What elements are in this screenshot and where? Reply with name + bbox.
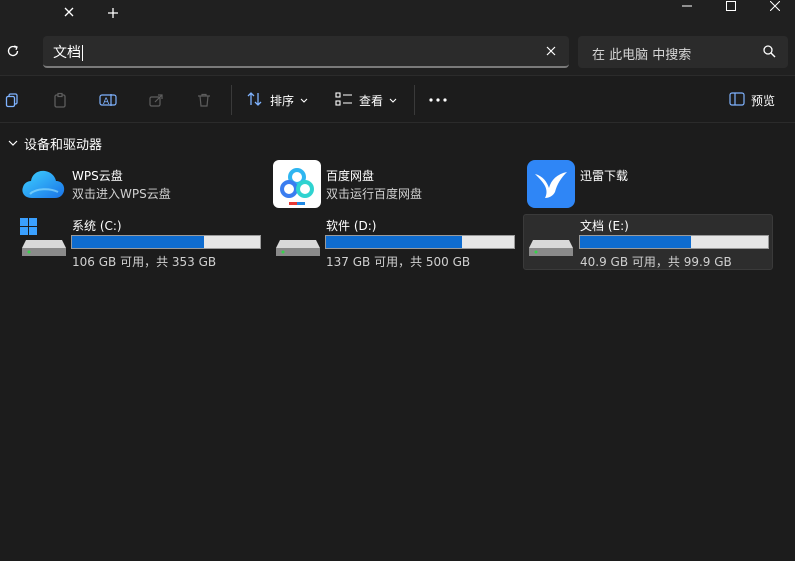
drive-label: 软件 (D:)	[326, 219, 377, 233]
title-bar	[0, 0, 795, 26]
toolbar-divider	[414, 85, 415, 115]
section-title: 设备和驱动器	[24, 137, 103, 153]
drive-usage-fill	[326, 236, 463, 248]
drive-item-d[interactable]: 软件 (D:) 137 GB 可用，共 500 GB	[272, 214, 522, 270]
minimize-icon[interactable]	[664, 0, 710, 12]
drive-usage-fill	[72, 236, 204, 248]
sort-icon	[246, 91, 264, 110]
rename-icon[interactable]: A	[98, 90, 118, 110]
section-header-devices[interactable]: 设备和驱动器	[8, 134, 103, 153]
svg-text:A: A	[103, 97, 110, 107]
drive-icon	[274, 218, 322, 258]
system-drive-icon	[20, 218, 68, 258]
app-subtitle: 双击进入WPS云盘	[72, 187, 171, 201]
chevron-down-icon	[389, 93, 397, 107]
drive-usage-bar	[579, 235, 769, 249]
view-button[interactable]: 查看	[335, 90, 397, 110]
view-icon	[335, 91, 353, 110]
drive-label: 系统 (C:)	[72, 219, 122, 233]
close-window-icon[interactable]	[752, 0, 795, 12]
app-item-xunlei[interactable]: 迅雷下载	[527, 160, 767, 208]
close-tab-icon[interactable]	[58, 2, 80, 22]
app-name: WPS云盘	[72, 169, 123, 183]
search-icon[interactable]	[762, 44, 776, 58]
app-item-baidu[interactable]: 百度网盘 双击运行百度网盘	[273, 160, 513, 208]
drive-item-e[interactable]: 文档 (E:) 40.9 GB 可用，共 99.9 GB	[523, 214, 773, 270]
address-bar[interactable]: 文档	[43, 36, 569, 68]
drive-free-space: 137 GB 可用，共 500 GB	[326, 255, 471, 269]
drive-icon	[527, 218, 575, 258]
drive-usage-bar	[71, 235, 261, 249]
toolbar-divider	[231, 85, 232, 115]
drive-usage-fill	[580, 236, 691, 248]
clear-icon[interactable]	[543, 43, 559, 59]
chevron-down-icon	[300, 93, 308, 107]
preview-button[interactable]: 预览	[729, 90, 775, 110]
search-box[interactable]: 在 此电脑 中搜索	[578, 36, 788, 68]
app-name: 百度网盘	[326, 169, 375, 183]
preview-label: 预览	[751, 93, 776, 108]
search-input[interactable]: 在 此电脑 中搜索	[592, 44, 691, 63]
delete-icon[interactable]	[194, 90, 214, 110]
xunlei-icon	[527, 160, 575, 208]
sort-label: 排序	[270, 93, 295, 108]
drive-free-space: 40.9 GB 可用，共 99.9 GB	[580, 255, 732, 269]
address-row: 文档 在 此电脑 中搜索	[0, 26, 795, 76]
chevron-down-icon[interactable]	[8, 136, 18, 151]
paste-icon[interactable]	[50, 90, 70, 110]
wps-cloud-icon	[20, 164, 66, 204]
app-item-wps[interactable]: WPS云盘 双击进入WPS云盘	[20, 160, 260, 208]
add-tab-icon[interactable]	[102, 2, 124, 24]
share-icon[interactable]	[146, 90, 166, 110]
drive-free-space: 106 GB 可用，共 353 GB	[72, 255, 217, 269]
copy-icon[interactable]	[2, 90, 22, 110]
address-input[interactable]: 文档	[53, 42, 83, 62]
drive-label: 文档 (E:)	[580, 219, 629, 233]
maximize-icon[interactable]	[708, 0, 754, 12]
command-bar: A 排序 查看 预览	[0, 77, 795, 123]
sort-button[interactable]: 排序	[246, 90, 308, 110]
view-label: 查看	[359, 93, 384, 108]
preview-pane-icon	[729, 91, 745, 109]
app-name: 迅雷下载	[580, 169, 629, 183]
refresh-icon[interactable]	[2, 40, 24, 62]
app-subtitle: 双击运行百度网盘	[326, 187, 423, 201]
baidu-netdisk-icon	[273, 160, 321, 208]
more-icon[interactable]	[428, 90, 448, 110]
drive-item-c[interactable]: 系统 (C:) 106 GB 可用，共 353 GB	[18, 214, 268, 270]
drive-usage-bar	[325, 235, 515, 249]
